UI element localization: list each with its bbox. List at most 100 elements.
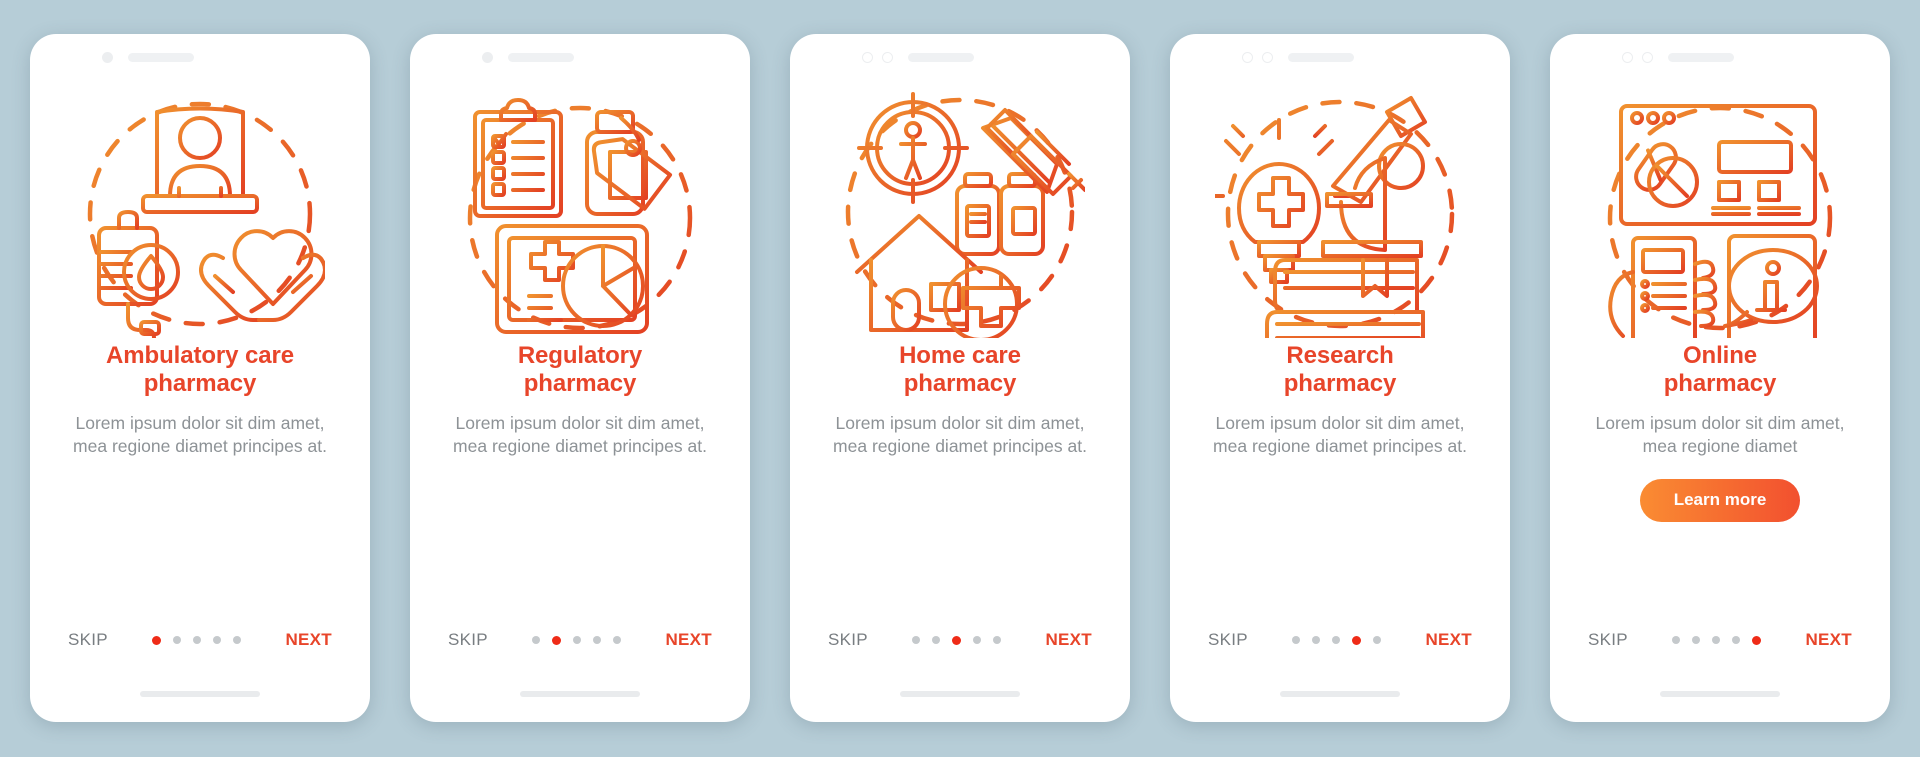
screen-text-block: Ambulatory care pharmacy Lorem ipsum dol… (30, 342, 370, 459)
home-indicator-area (790, 666, 1130, 722)
phone-status-bar (790, 34, 1130, 80)
pagination-dot-1[interactable] (1672, 636, 1681, 644)
page-title-line1: Regulatory (517, 342, 643, 369)
page-title-line1: Ambulatory care (106, 342, 294, 369)
home-indicator[interactable] (140, 691, 260, 697)
next-button[interactable]: NEXT (285, 630, 332, 650)
pagination-dot-5[interactable] (1373, 636, 1382, 644)
camera-ring-icon-secondary (1642, 51, 1653, 63)
pagination-dot-5[interactable] (613, 636, 622, 644)
page-title-line2: pharmacy (1663, 369, 1777, 397)
page-title-line2: pharmacy (1283, 369, 1397, 397)
onboarding-nav: SKIP NEXT (1170, 614, 1510, 666)
skip-button[interactable]: SKIP (68, 630, 108, 650)
pagination-dots (1672, 635, 1762, 645)
skip-button[interactable]: SKIP (1208, 630, 1248, 650)
camera-dot-icon (482, 51, 493, 63)
home-indicator-area (1550, 666, 1890, 722)
page-title: Online pharmacy (1580, 342, 1860, 398)
page-description: Lorem ipsum dolor sit dim amet, mea regi… (1595, 412, 1845, 457)
skip-button[interactable]: SKIP (1588, 630, 1628, 650)
pagination-dot-5[interactable] (233, 636, 242, 644)
camera-ring-icon (1242, 51, 1253, 63)
onboarding-nav: SKIP NEXT (410, 614, 750, 666)
phone-status-bar (410, 34, 750, 80)
pagination-dot-4[interactable] (213, 636, 222, 644)
phone-screen-home-care-pharmacy: Home care pharmacy Lorem ipsum dolor sit… (790, 34, 1130, 722)
speaker-grill-icon (1668, 52, 1734, 62)
home-indicator[interactable] (520, 691, 640, 697)
page-title-line2: pharmacy (903, 369, 1017, 397)
pagination-dot-3[interactable] (1712, 636, 1721, 644)
screen-text-block: Research pharmacy Lorem ipsum dolor sit … (1170, 342, 1510, 459)
pagination-dot-1[interactable] (912, 636, 921, 644)
home-indicator-area (30, 666, 370, 722)
camera-ring-icon-secondary (1262, 51, 1273, 63)
camera-ring-icon (862, 51, 873, 63)
learn-more-button[interactable]: Learn more (1639, 479, 1801, 522)
camera-dot-icon (102, 51, 113, 63)
home-indicator[interactable] (1280, 691, 1400, 697)
screen-text-block: Online pharmacy Lorem ipsum dolor sit di… (1550, 342, 1890, 522)
pagination-dot-5[interactable] (1752, 635, 1762, 645)
pagination-dots (912, 635, 1002, 645)
pagination-dot-2[interactable] (932, 636, 941, 644)
page-description: Lorem ipsum dolor sit dim amet, mea regi… (1213, 412, 1467, 457)
pagination-dot-2[interactable] (1692, 636, 1701, 644)
illustration-clipboard-bottle-monitor (410, 80, 750, 342)
pagination-dots (532, 635, 622, 645)
phone-status-bar (1550, 34, 1890, 80)
pagination-dot-1[interactable] (1292, 636, 1301, 644)
pagination-dot-3[interactable] (952, 635, 962, 645)
pagination-dot-2[interactable] (552, 635, 562, 645)
screen-text-block: Regulatory pharmacy Lorem ipsum dolor si… (410, 342, 750, 459)
pagination-dot-2[interactable] (1312, 636, 1321, 644)
pagination-dot-3[interactable] (193, 636, 202, 644)
next-button[interactable]: NEXT (1805, 630, 1852, 650)
onboarding-nav: SKIP NEXT (1550, 614, 1890, 666)
pagination-dot-3[interactable] (1332, 636, 1341, 644)
pagination-dot-4[interactable] (973, 636, 982, 644)
pagination-dot-3[interactable] (573, 636, 582, 644)
home-indicator-area (410, 666, 750, 722)
page-title: Home care pharmacy (820, 342, 1100, 398)
onboarding-nav: SKIP NEXT (30, 614, 370, 666)
next-button[interactable]: NEXT (1045, 630, 1092, 650)
onboarding-screens-row: Ambulatory care pharmacy Lorem ipsum dol… (0, 0, 1920, 722)
page-title-line2: pharmacy (143, 369, 257, 397)
page-title: Regulatory pharmacy (440, 342, 720, 398)
page-title-line1: Research (1286, 342, 1394, 369)
next-button[interactable]: NEXT (665, 630, 712, 650)
pagination-dot-1[interactable] (152, 635, 162, 645)
pagination-dots (1292, 635, 1382, 645)
phone-screen-ambulatory-care-pharmacy: Ambulatory care pharmacy Lorem ipsum dol… (30, 34, 370, 722)
phone-screen-online-pharmacy: Online pharmacy Lorem ipsum dolor sit di… (1550, 34, 1890, 722)
skip-button[interactable]: SKIP (828, 630, 868, 650)
page-title-line2: pharmacy (523, 369, 637, 397)
phone-screen-research-pharmacy: Research pharmacy Lorem ipsum dolor sit … (1170, 34, 1510, 722)
illustration-lightbulb-microscope-books (1170, 80, 1510, 342)
page-title-line1: Online (1682, 342, 1758, 369)
page-description: Lorem ipsum dolor sit dim amet, mea regi… (453, 412, 707, 457)
page-title: Research pharmacy (1200, 342, 1480, 398)
home-indicator[interactable] (1660, 691, 1780, 697)
pagination-dot-1[interactable] (532, 636, 541, 644)
page-description: Lorem ipsum dolor sit dim amet, mea regi… (833, 412, 1087, 457)
pagination-dot-5[interactable] (993, 636, 1002, 644)
speaker-grill-icon (128, 52, 194, 62)
pagination-dot-4[interactable] (1732, 636, 1741, 644)
home-indicator[interactable] (900, 691, 1020, 697)
pagination-dot-4[interactable] (1352, 635, 1362, 645)
illustration-browser-phone-info (1550, 80, 1890, 342)
next-button[interactable]: NEXT (1425, 630, 1472, 650)
speaker-grill-icon (1288, 52, 1354, 62)
pagination-dot-4[interactable] (593, 636, 602, 644)
skip-button[interactable]: SKIP (448, 630, 488, 650)
illustration-target-syringe-house (790, 80, 1130, 342)
onboarding-nav: SKIP NEXT (790, 614, 1130, 666)
pagination-dots (152, 635, 242, 645)
screen-text-block: Home care pharmacy Lorem ipsum dolor sit… (790, 342, 1130, 459)
camera-ring-icon-secondary (882, 51, 893, 63)
camera-ring-icon (1622, 51, 1633, 63)
pagination-dot-2[interactable] (173, 636, 182, 644)
